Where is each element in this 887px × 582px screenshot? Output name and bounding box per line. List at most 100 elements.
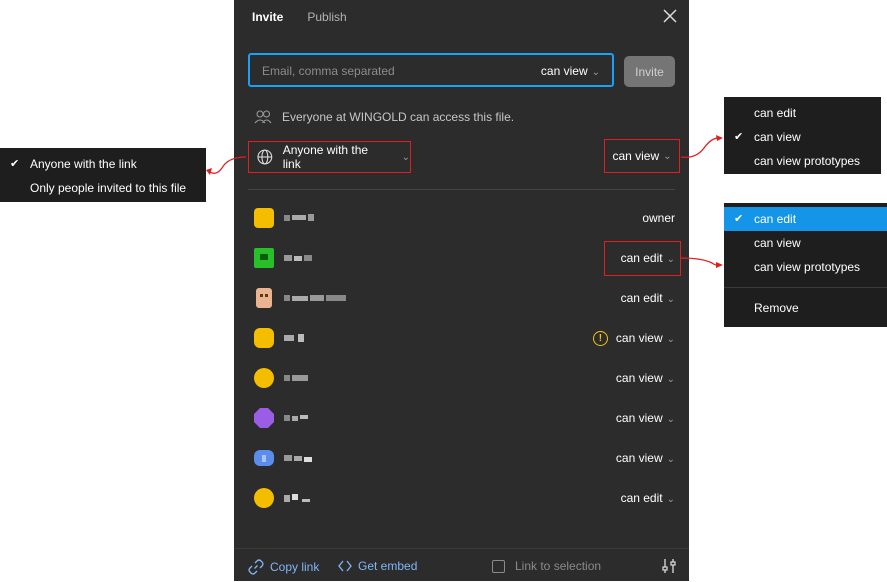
email-field-wrapper: can view⌄ <box>248 53 614 87</box>
collaborator-permission-label: can edit <box>620 491 663 505</box>
blurred-username <box>284 455 312 462</box>
divider <box>248 189 675 190</box>
menu-item-label: can view prototypes <box>754 154 861 168</box>
chevron-down-icon: ⌄ <box>591 67 600 78</box>
collaborator-permission-dropdown[interactable]: can view ⌄ <box>616 451 675 465</box>
menu-item-can-view[interactable]: can view <box>724 231 887 255</box>
arrowhead <box>206 168 212 175</box>
avatar <box>254 450 274 466</box>
invite-button[interactable]: Invite <box>624 56 675 87</box>
link-icon <box>248 559 264 575</box>
menu-item-can-edit[interactable]: ✔ can edit <box>724 207 887 231</box>
collaborator-row: ! can view ⌄ <box>234 318 689 358</box>
blurred-username <box>284 415 308 421</box>
avatar <box>256 288 272 308</box>
collaborator-permission-label: owner <box>642 211 675 225</box>
menu-item-anyone-with-link[interactable]: ✔ Anyone with the link <box>0 152 206 176</box>
collaborator-permission-dropdown[interactable]: can edit ⌄ <box>621 251 675 265</box>
get-embed-button[interactable]: Get embed <box>338 559 417 573</box>
tab-publish[interactable]: Publish <box>307 10 346 24</box>
avatar <box>254 248 274 268</box>
warning-icon: ! <box>592 331 608 347</box>
avatar <box>254 208 274 228</box>
collaborator-row: can view ⌄ <box>234 358 689 398</box>
chevron-down-icon: ⌄ <box>666 414 675 425</box>
user-permission-menu: ✔ can edit can view can view prototypes R… <box>724 203 887 327</box>
chevron-down-icon: ⌄ <box>666 254 675 265</box>
close-icon[interactable] <box>663 9 677 23</box>
menu-item-label: Anyone with the link <box>30 157 137 171</box>
chevron-down-icon: ⌄ <box>666 454 675 465</box>
collaborator-permission-dropdown[interactable]: ! can view ⌄ <box>592 331 675 347</box>
invite-permission-label: can view <box>540 64 588 78</box>
collaborator-list: owner can edit ⌄ can edit ⌄ ! can view ⌄ can… <box>234 198 689 528</box>
tab-bar: Invite Publish <box>252 10 347 24</box>
share-panel: Invite Publish can view⌄ Invite Everyone… <box>234 0 689 581</box>
menu-item-only-invited[interactable]: Only people invited to this file <box>0 176 206 200</box>
menu-divider <box>724 287 887 288</box>
collaborator-row: can edit ⌄ <box>234 278 689 318</box>
avatar <box>252 526 276 528</box>
code-icon <box>338 560 352 572</box>
collaborator-permission-label: can view <box>615 331 663 345</box>
footer-bar: Copy link Get embed Link to selection <box>234 548 689 582</box>
team-icon <box>254 110 272 124</box>
collaborator-permission-dropdown[interactable]: can edit ⌄ <box>621 491 675 505</box>
menu-item-can-view-prototypes[interactable]: can view prototypes <box>724 149 881 173</box>
blurred-username <box>284 494 310 502</box>
blurred-username <box>284 255 312 261</box>
collaborator-row-partial <box>234 518 689 528</box>
link-access-dropdown[interactable]: Anyone with the link ⌄ <box>248 141 411 173</box>
blurred-username <box>284 295 346 301</box>
avatar <box>254 368 274 388</box>
link-permission-label: can view <box>612 149 660 163</box>
chevron-down-icon: ⌄ <box>401 151 410 163</box>
link-access-menu: ✔ Anyone with the link Only people invite… <box>0 148 206 202</box>
avatar <box>254 328 274 348</box>
chevron-down-icon: ⌄ <box>666 374 675 385</box>
blurred-username <box>284 214 314 221</box>
menu-item-label: can view <box>754 236 801 250</box>
chevron-down-icon: ⌄ <box>663 150 672 162</box>
collaborator-row: can view ⌄ <box>234 438 689 478</box>
menu-item-label: Only people invited to this file <box>30 181 187 195</box>
menu-item-can-view[interactable]: ✔ can view <box>724 125 881 149</box>
menu-item-can-edit[interactable]: can edit <box>724 101 881 125</box>
tab-invite[interactable]: Invite <box>252 10 283 24</box>
collaborator-permission-label: can edit <box>620 291 663 305</box>
copy-link-button[interactable]: Copy link <box>248 559 319 575</box>
settings-sliders-icon[interactable] <box>662 558 676 574</box>
collaborator-permission-dropdown[interactable]: can edit ⌄ <box>621 291 675 305</box>
avatar <box>254 408 274 428</box>
link-permission-dropdown[interactable]: can view ⌄ <box>604 139 680 173</box>
check-icon: ✔ <box>734 213 744 225</box>
globe-icon <box>257 149 273 165</box>
link-permission-menu: can edit ✔ can view can view prototypes <box>724 97 881 174</box>
link-access-label: Anyone with the link <box>282 143 369 171</box>
link-to-selection-checkbox[interactable]: Link to selection <box>492 559 601 573</box>
org-access-row: Everyone at WINGOLD can access this file… <box>254 110 514 124</box>
chevron-down-icon: ⌄ <box>666 494 675 505</box>
check-icon: ✔ <box>10 158 20 170</box>
blurred-username <box>284 375 308 381</box>
link-to-selection-label: Link to selection <box>515 559 602 573</box>
collaborator-row: can edit ⌄ <box>234 478 689 518</box>
chevron-down-icon: ⌄ <box>666 294 675 305</box>
chevron-down-icon: ⌄ <box>666 334 675 345</box>
copy-link-label: Copy link <box>270 560 320 574</box>
get-embed-label: Get embed <box>358 559 418 573</box>
menu-item-label: can view <box>754 130 801 144</box>
collaborator-permission-dropdown[interactable]: can view ⌄ <box>616 371 675 385</box>
menu-item-can-view-prototypes[interactable]: can view prototypes <box>724 255 887 279</box>
collaborator-permission-label: can edit <box>620 251 663 265</box>
collaborator-row: can edit ⌄ <box>234 238 689 278</box>
menu-item-label: can view prototypes <box>754 260 861 274</box>
email-field[interactable] <box>260 55 534 87</box>
collaborator-row: owner <box>234 198 689 238</box>
menu-item-remove[interactable]: Remove <box>724 296 887 320</box>
collaborator-permission-dropdown[interactable]: can view ⌄ <box>616 411 675 425</box>
checkbox[interactable] <box>492 559 505 573</box>
invite-permission-dropdown[interactable]: can view ⌄ <box>541 64 600 78</box>
collaborator-permission-label: can view <box>615 371 663 385</box>
collaborator-row: can view ⌄ <box>234 398 689 438</box>
